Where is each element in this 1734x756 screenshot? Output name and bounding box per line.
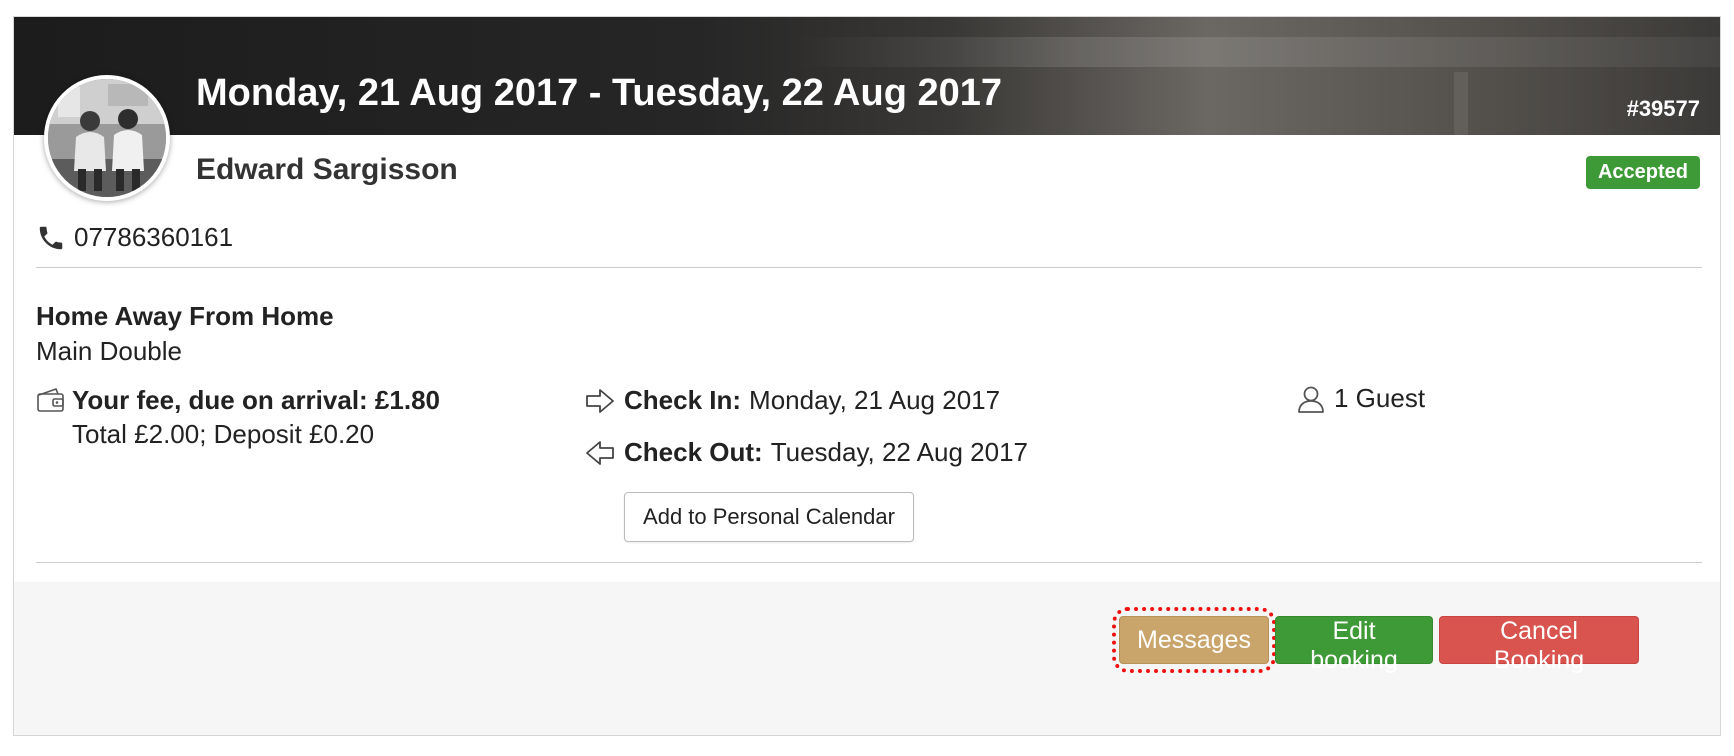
booking-card: Monday, 21 Aug 2017 - Tuesday, 22 Aug 20…	[13, 16, 1721, 736]
booking-date-range: Monday, 21 Aug 2017 - Tuesday, 22 Aug 20…	[196, 72, 1003, 114]
add-to-calendar-button[interactable]: Add to Personal Calendar	[624, 492, 914, 542]
cancel-booking-button[interactable]: Cancel Booking	[1439, 616, 1639, 674]
divider	[36, 267, 1702, 268]
room-name: Main Double	[36, 336, 182, 366]
avatar	[44, 75, 170, 201]
check-out-value: Tuesday, 22 Aug 2017	[770, 437, 1028, 467]
fee-total-deposit: Total £2.00; Deposit £0.20	[72, 419, 375, 449]
phone-number[interactable]: 07786360161	[74, 222, 233, 253]
banner-decoration	[794, 37, 1720, 67]
arrow-left-icon	[586, 440, 614, 465]
wallet-icon	[37, 387, 64, 412]
check-in-label: Check In:	[624, 385, 742, 415]
arrow-right-icon	[586, 388, 614, 413]
property-name: Home Away From Home	[36, 301, 334, 331]
avatar-photo	[48, 79, 166, 197]
check-out-label: Check Out:	[624, 437, 763, 467]
guest-count: 1 Guest	[1296, 383, 1425, 414]
divider	[36, 562, 1702, 563]
fee-due-on-arrival: Your fee, due on arrival: £1.80	[72, 385, 440, 415]
guest-count-label: 1 Guest	[1334, 383, 1426, 413]
check-out-row: Check Out: Tuesday, 22 Aug 2017	[584, 437, 1028, 468]
banner-decoration	[1454, 72, 1468, 135]
booking-reference: #39577	[1626, 96, 1700, 121]
edit-booking-button[interactable]: Edit booking	[1275, 616, 1433, 674]
status-badge: Accepted	[1585, 156, 1700, 189]
guest-name: Edward Sargisson	[196, 153, 458, 186]
messages-button[interactable]: Messages	[1119, 616, 1269, 664]
user-icon	[1298, 386, 1324, 413]
check-in-row: Check In: Monday, 21 Aug 2017	[584, 385, 1000, 416]
phone-icon	[39, 226, 63, 249]
check-in-value: Monday, 21 Aug 2017	[749, 385, 1001, 415]
phone-row: 07786360161	[36, 222, 233, 253]
header-banner: Monday, 21 Aug 2017 - Tuesday, 22 Aug 20…	[14, 17, 1720, 135]
